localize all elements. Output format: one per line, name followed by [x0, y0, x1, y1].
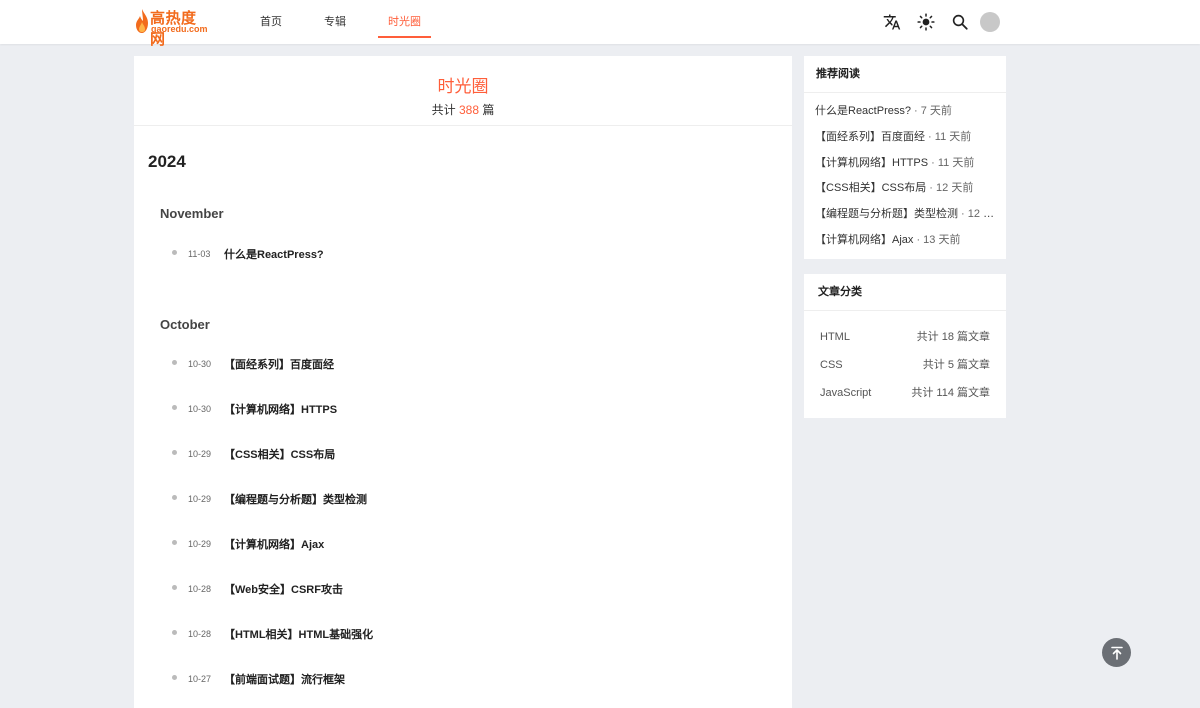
entry-date: 10-30: [188, 359, 212, 369]
month-heading-november: November: [160, 206, 224, 221]
recommended-item-title[interactable]: 什么是ReactPress?: [815, 105, 911, 117]
entry-title[interactable]: 【CSS相关】CSS布局: [224, 446, 335, 462]
categories-title: 文章分类: [804, 274, 1006, 311]
category-name: CSS: [820, 359, 843, 371]
timeline-entry[interactable]: 10-29 【计算机网络】Ajax: [172, 536, 324, 552]
count-value: 388: [458, 103, 480, 117]
recommended-item-ago: · 11 天前: [928, 156, 975, 169]
timeline-entry[interactable]: 10-30 【面经系列】百度面经: [172, 356, 334, 372]
recommended-item-ago: · 11 天前: [925, 130, 972, 143]
year-heading: 2024: [148, 152, 186, 171]
recommended-item[interactable]: 【面经系列】百度面经 · 11 天前: [815, 125, 999, 151]
entry-date: 10-29: [188, 449, 212, 459]
category-row-html[interactable]: HTML 共计 18 篇文章: [804, 323, 1006, 351]
entry-title[interactable]: 【Web安全】CSRF攻击: [224, 581, 343, 597]
bullet-dot: [172, 359, 177, 365]
entry-date: 11-03: [188, 249, 211, 259]
month-heading-october: October: [160, 317, 210, 332]
entry-title[interactable]: 【计算机网络】HTTPS: [224, 401, 337, 417]
timeline-header: 时光圈 共计 388 篇: [134, 56, 792, 126]
nav-albums[interactable]: 专辑: [314, 0, 356, 44]
timeline-entry[interactable]: 10-30 【计算机网络】HTTPS: [172, 401, 337, 417]
top-header: 高热度网 gaoredu.com 首页 专辑 时光圈: [0, 0, 1200, 48]
entry-title[interactable]: 【面经系列】百度面经: [224, 356, 334, 372]
recommended-item-ago: · 12 天前: [961, 208, 999, 221]
recommended-item[interactable]: 【编程题与分析题】类型检测 · 12 天前: [815, 202, 999, 228]
nav-home[interactable]: 首页: [250, 0, 292, 44]
avatar[interactable]: [980, 12, 1000, 32]
entry-title[interactable]: 什么是ReactPress?: [224, 246, 324, 262]
timeline-entry[interactable]: 10-28 【Web安全】CSRF攻击: [172, 581, 343, 597]
recommended-item[interactable]: 【计算机网络】HTTPS · 11 天前: [815, 151, 999, 177]
timeline-entry[interactable]: 10-28 【HTML相关】HTML基础强化: [172, 626, 373, 642]
recommended-item-title[interactable]: 【计算机网络】HTTPS: [815, 157, 928, 169]
nav-timeline[interactable]: 时光圈: [378, 0, 431, 44]
entry-date: 10-27: [188, 674, 212, 684]
flame-icon: [136, 9, 148, 33]
recommended-item[interactable]: 【CSS相关】CSS布局 · 12 天前: [815, 176, 999, 202]
header-actions: [870, 10, 1000, 34]
translate-icon[interactable]: [880, 10, 904, 34]
entry-date: 10-29: [188, 494, 212, 504]
count-suffix: 篇: [479, 103, 495, 117]
recommended-item[interactable]: 【计算机网络】Ajax · 13 天前: [815, 228, 999, 254]
search-icon[interactable]: [948, 10, 972, 34]
bullet-dot: [172, 249, 177, 255]
timeline-card: 时光圈 共计 388 篇 2024 November 11-03 什么是Reac…: [134, 56, 792, 708]
entry-date: 10-28: [188, 584, 212, 594]
entry-title[interactable]: 【计算机网络】Ajax: [224, 536, 324, 552]
logo-domain: gaoredu.com: [151, 24, 208, 34]
bullet-dot: [172, 449, 177, 455]
bullet-dot: [172, 539, 177, 545]
recommended-card: 推荐阅读 什么是ReactPress? · 7 天前 【面经系列】百度面经 · …: [804, 56, 1006, 259]
sun-icon[interactable]: [914, 10, 938, 34]
recommended-item-title[interactable]: 【编程题与分析题】类型检测: [815, 208, 958, 220]
entry-date: 10-29: [188, 539, 212, 549]
recommended-item-title[interactable]: 【面经系列】百度面经: [815, 131, 925, 143]
bullet-dot: [172, 629, 177, 635]
entry-title[interactable]: 【前端面试题】流行框架: [224, 671, 345, 687]
main-nav: 首页 专辑 时光圈: [250, 0, 453, 44]
category-row-javascript[interactable]: JavaScript 共计 114 篇文章: [804, 379, 1006, 407]
recommended-item-ago: · 7 天前: [910, 105, 952, 117]
category-name: JavaScript: [820, 387, 872, 399]
recommended-item-ago: · 12 天前: [926, 182, 974, 195]
recommended-list: 什么是ReactPress? · 7 天前 【面经系列】百度面经 · 11 天前…: [804, 93, 1006, 254]
bullet-dot: [172, 404, 177, 410]
category-row-css[interactable]: CSS 共计 5 篇文章: [804, 351, 1006, 379]
recommended-item[interactable]: 什么是ReactPress? · 7 天前: [815, 99, 999, 125]
count-prefix: 共计: [431, 103, 459, 117]
entry-title[interactable]: 【编程题与分析题】类型检测: [224, 491, 367, 507]
category-count: 共计 5 篇文章: [922, 359, 990, 371]
bullet-dot: [172, 584, 177, 590]
category-name: HTML: [820, 331, 850, 343]
arrow-up-to-line-icon: [1110, 646, 1123, 660]
article-count: 共计 388 篇: [134, 101, 792, 118]
categories-card: 文章分类 HTML 共计 18 篇文章 CSS 共计 5 篇文章 JavaScr…: [804, 274, 1006, 418]
page-title: 时光圈: [437, 77, 489, 96]
entry-title[interactable]: 【HTML相关】HTML基础强化: [224, 626, 373, 642]
timeline-entry[interactable]: 10-27 【前端面试题】流行框架: [172, 671, 345, 687]
categories-list: HTML 共计 18 篇文章 CSS 共计 5 篇文章 JavaScript 共…: [804, 311, 1006, 407]
entry-date: 10-30: [188, 404, 212, 414]
timeline-entry[interactable]: 10-29 【编程题与分析题】类型检测: [172, 491, 367, 507]
back-to-top-button[interactable]: [1102, 638, 1131, 667]
bullet-dot: [172, 494, 177, 500]
category-count: 共计 18 篇文章: [916, 331, 990, 343]
timeline-entry[interactable]: 11-03 什么是ReactPress?: [172, 246, 324, 262]
timeline-entry[interactable]: 10-29 【CSS相关】CSS布局: [172, 446, 335, 462]
recommended-item-ago: · 13 天前: [913, 233, 961, 246]
site-logo[interactable]: 高热度网 gaoredu.com: [134, 7, 208, 48]
entry-date: 10-28: [188, 629, 212, 639]
bullet-dot: [172, 674, 177, 680]
recommended-item-title[interactable]: 【CSS相关】CSS布局: [815, 182, 926, 194]
category-count: 共计 114 篇文章: [911, 387, 990, 399]
recommended-item-title[interactable]: 【计算机网络】Ajax: [815, 234, 913, 246]
recommended-title: 推荐阅读: [804, 56, 1006, 93]
